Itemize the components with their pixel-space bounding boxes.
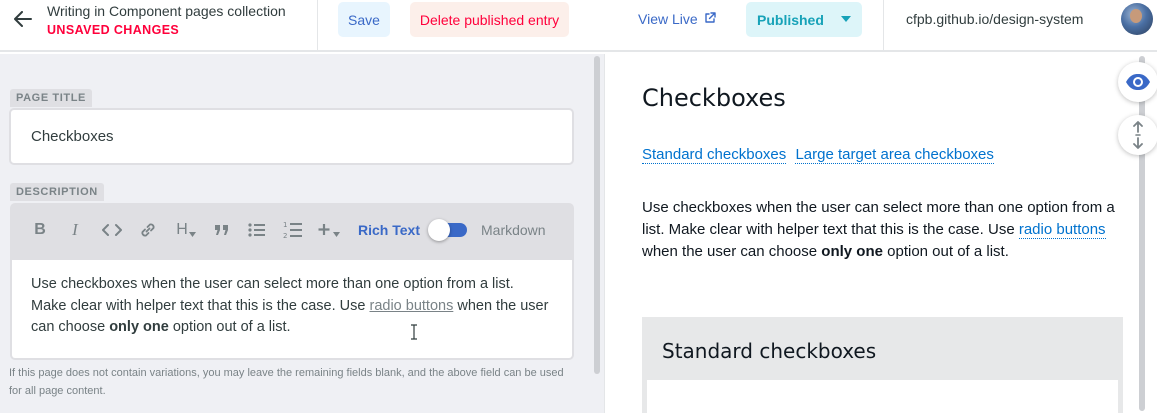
sync-scroll-icon[interactable] [1118,115,1157,155]
publish-status-dropdown[interactable]: Published [746,2,862,37]
unsaved-changes-status: UNSAVED CHANGES [47,23,180,37]
preview-description-bold-text: only one [821,243,883,260]
eye-icon[interactable] [1118,62,1157,102]
preview-section-title: Standard checkboxes [662,339,877,363]
preview-variation-section: Standard checkboxes [642,317,1123,413]
large-target-checkboxes-link[interactable]: Large target area checkboxes [795,146,994,164]
rich-text-toolbar: B I H 12 Rich Text Markdown [10,203,574,260]
description-editor[interactable]: Use checkboxes when the user can select … [10,260,574,360]
scrollbar-thumb[interactable] [594,56,600,374]
heading-glyph: H [176,221,188,238]
back-arrow-icon[interactable] [12,8,34,30]
toolbar-divider [317,0,318,52]
collection-title: Writing in Component pages collection [47,3,286,19]
preview-radio-buttons-link[interactable]: radio buttons [1018,221,1106,239]
editor-mode-toggle[interactable] [428,219,467,241]
preview-description-text: option out of a list. [882,243,1009,260]
code-icon[interactable] [101,219,123,241]
save-button[interactable]: Save [338,2,390,37]
italic-glyph: I [72,220,78,239]
bold-icon[interactable]: B [31,219,49,241]
preview-pane: Checkboxes Standard checkboxes Large tar… [604,54,1157,413]
site-url[interactable]: cfpb.github.io/design-system [906,11,1083,27]
svg-text:1: 1 [283,221,287,229]
description-text: option out of a list. [168,319,291,335]
view-live-link[interactable]: View Live [638,11,716,27]
publish-status-label: Published [757,11,824,28]
page-title-label: PAGE TITLE [10,89,92,107]
rich-text-mode-label[interactable]: Rich Text [358,222,420,238]
preview-scrollbar[interactable] [1136,54,1148,413]
delete-published-entry-button[interactable]: Delete published entry [410,2,569,37]
preview-jump-links: Standard checkboxes Large target area ch… [642,146,999,164]
toolbar-divider [883,0,884,52]
quote-icon[interactable] [212,219,232,241]
toggle-knob [428,219,450,241]
markdown-mode-label[interactable]: Markdown [481,222,546,238]
bulleted-list-icon[interactable] [247,219,267,241]
numbered-list-icon[interactable]: 12 [282,219,304,241]
heading-icon[interactable]: H [174,219,198,241]
link-icon[interactable] [138,219,158,241]
italic-icon[interactable]: I [66,219,84,241]
view-live-label: View Live [638,11,698,27]
bold-glyph: B [34,221,46,238]
add-component-icon[interactable] [318,219,340,241]
description-hint: If this page does not contain variations… [9,367,564,397]
page-title-input[interactable] [9,108,574,165]
preview-section-content [647,380,1118,413]
preview-description-text: when the user can choose [642,243,822,260]
preview-description: Use checkboxes when the user can select … [642,197,1122,263]
text-cursor-icon [410,324,418,343]
top-bar: Writing in Component pages collection UN… [0,0,1157,52]
scrollbar-thumb[interactable] [1139,56,1145,411]
description-label: DESCRIPTION [10,183,104,201]
svg-text:2: 2 [283,232,287,240]
editor-pane: PAGE TITLE DESCRIPTION B I H 12 Rich Tex… [0,54,604,413]
standard-checkboxes-link[interactable]: Standard checkboxes [642,146,787,164]
external-link-icon [704,11,716,27]
description-bold-text: only one [109,319,169,335]
chevron-down-icon [841,16,851,22]
preview-page-title: Checkboxes [642,84,786,112]
editor-scrollbar[interactable] [592,54,602,413]
user-avatar[interactable] [1121,3,1153,35]
radio-buttons-link[interactable]: radio buttons [369,298,453,314]
